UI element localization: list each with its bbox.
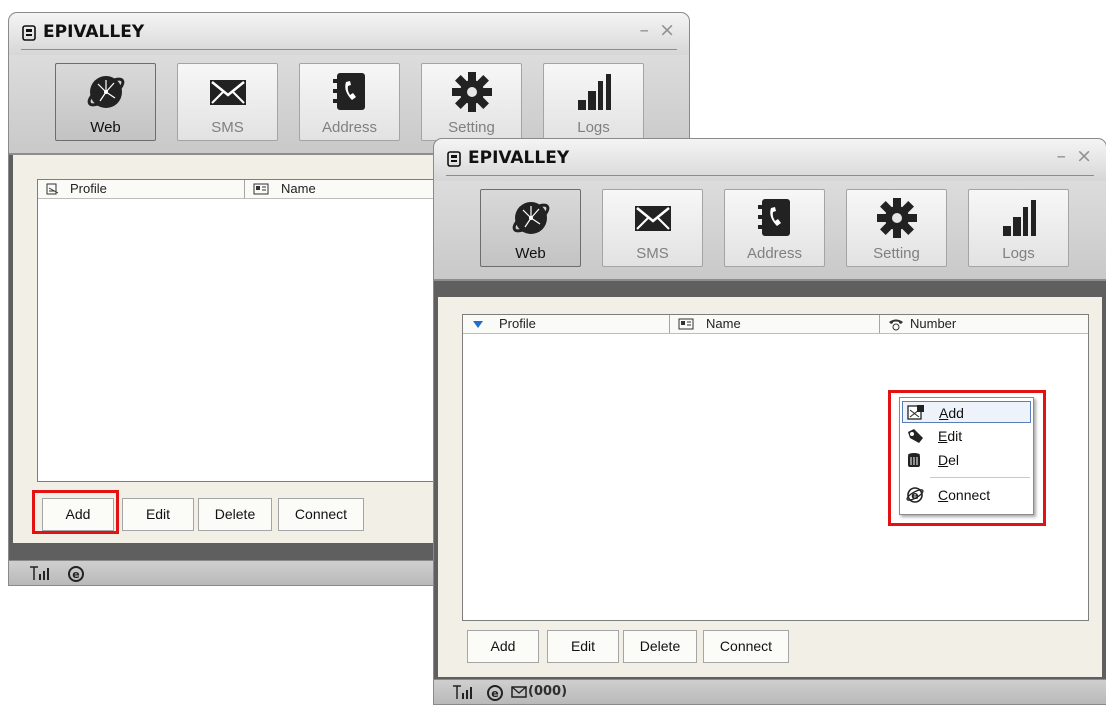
name-card-icon	[253, 183, 269, 195]
app-title: EPIVALLEY	[43, 22, 145, 42]
sms-tab-label: SMS	[211, 119, 244, 136]
logs-tab-label: Logs	[577, 119, 610, 136]
logs-tab-label: Logs	[1002, 245, 1035, 262]
web-tab-label: Web	[90, 119, 121, 136]
sort-desc-icon	[473, 321, 483, 328]
front-connect-button[interactable]: Connect	[703, 630, 789, 663]
phone-book-icon	[757, 199, 790, 236]
address-tab-button[interactable]: Address	[724, 189, 825, 267]
app-title: EPIVALLEY	[468, 148, 570, 168]
internet-explorer-icon: e	[487, 685, 503, 701]
web-tab-button[interactable]: Web	[55, 63, 156, 141]
name-card-icon	[678, 318, 694, 330]
address-tab-label: Address	[746, 245, 803, 262]
front-status-bar: e (000)	[434, 679, 1106, 704]
column-name-label: Name	[281, 181, 316, 196]
title-divider	[446, 175, 1094, 176]
title-bar[interactable]: EPIVALLEY – ×	[9, 13, 689, 55]
column-profile-label: Profile	[499, 316, 536, 331]
web-tab-label: Web	[515, 245, 546, 262]
column-number-label: Number	[910, 316, 957, 331]
sms-envelope-icon	[511, 686, 527, 698]
envelope-icon	[209, 80, 246, 105]
signal-strength-icon	[453, 685, 472, 699]
setting-tab-label: Setting	[873, 245, 920, 262]
svg-text:e: e	[72, 568, 79, 581]
front-edit-button[interactable]: Edit	[547, 630, 619, 663]
window-controls[interactable]: – ×	[1057, 145, 1094, 167]
bar-chart-icon	[1002, 200, 1036, 236]
logs-tab-button[interactable]: Logs	[543, 63, 644, 141]
app-logo-icon	[22, 25, 36, 41]
signal-strength-icon	[30, 566, 49, 580]
add-button-highlight	[32, 490, 119, 534]
svg-text:e: e	[491, 687, 498, 700]
globe-icon	[87, 76, 124, 108]
envelope-icon	[634, 206, 671, 231]
address-tab-label: Address	[321, 119, 378, 136]
back-connect-button[interactable]: Connect	[278, 498, 364, 531]
setting-tab-button[interactable]: Setting	[421, 63, 522, 141]
front-add-button[interactable]: Add	[467, 630, 539, 663]
globe-icon	[512, 202, 549, 234]
setting-tab-label: Setting	[448, 119, 495, 136]
front-delete-button[interactable]: Delete	[623, 630, 697, 663]
column-profile[interactable]: Profile	[38, 180, 245, 198]
bar-chart-icon	[577, 74, 611, 110]
web-tab-button[interactable]: Web	[480, 189, 581, 267]
internet-explorer-icon: e	[68, 566, 84, 582]
telephone-icon	[889, 319, 903, 331]
column-name[interactable]: Name	[670, 315, 880, 333]
column-name-label: Name	[706, 316, 741, 331]
main-toolbar: Web SMS Address Setting Logs	[434, 181, 1106, 281]
gear-icon	[451, 72, 492, 112]
phone-book-icon	[332, 73, 365, 110]
setting-tab-button[interactable]: Setting	[846, 189, 947, 267]
column-profile[interactable]: Profile	[463, 315, 670, 333]
context-menu-highlight	[888, 390, 1046, 526]
address-tab-button[interactable]: Address	[299, 63, 400, 141]
logs-tab-button[interactable]: Logs	[968, 189, 1069, 267]
title-divider	[21, 49, 677, 50]
sms-tab-button[interactable]: SMS	[602, 189, 703, 267]
window-controls[interactable]: – ×	[640, 19, 677, 41]
back-delete-button[interactable]: Delete	[198, 498, 272, 531]
title-bar[interactable]: EPIVALLEY – ×	[434, 139, 1106, 181]
list-header: Profile Name Number	[463, 315, 1088, 334]
sms-tab-label: SMS	[636, 245, 669, 262]
column-profile-label: Profile	[70, 181, 107, 196]
app-logo-icon	[447, 151, 461, 167]
column-number[interactable]: Number	[880, 315, 1088, 333]
sms-count: (000)	[528, 684, 568, 699]
back-edit-button[interactable]: Edit	[122, 498, 194, 531]
gear-icon	[876, 198, 917, 238]
sms-tab-button[interactable]: SMS	[177, 63, 278, 141]
profile-icon	[46, 183, 59, 195]
